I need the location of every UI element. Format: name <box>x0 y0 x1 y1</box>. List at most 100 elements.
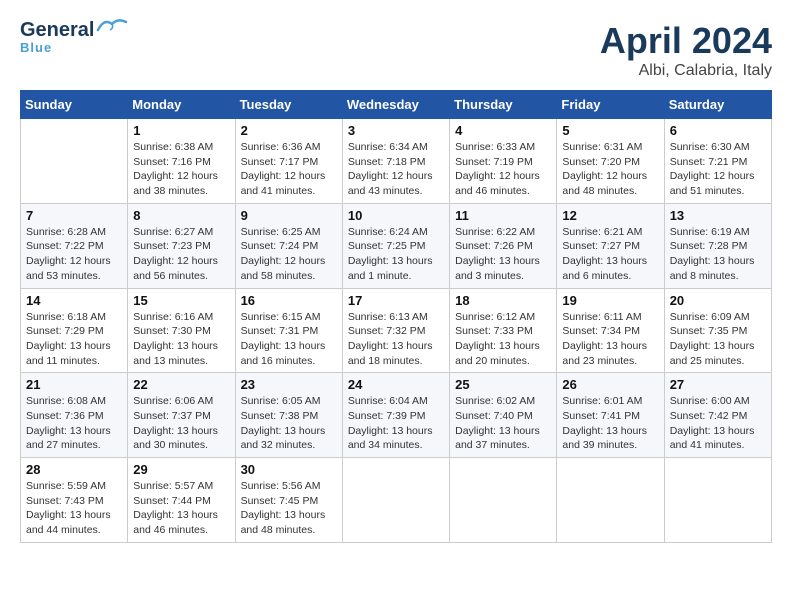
day-number: 26 <box>562 377 658 392</box>
calendar-cell <box>342 458 449 543</box>
calendar-week-row: 1 Sunrise: 6:38 AM Sunset: 7:16 PM Daylig… <box>21 119 772 204</box>
calendar-cell: 30Sunrise: 5:56 AM Sunset: 7:45 PM Dayli… <box>235 458 342 543</box>
logo-subtext: Blue <box>20 40 128 55</box>
calendar-cell: 12 Sunrise: 6:21 AM Sunset: 7:27 PM Dayli… <box>557 203 664 288</box>
day-info: Sunrise: 6:15 AM Sunset: 7:31 PM Dayligh… <box>241 310 337 369</box>
day-number: 29 <box>133 462 229 477</box>
day-number: 10 <box>348 208 444 223</box>
day-number: 3 <box>348 123 444 138</box>
calendar-cell: 5 Sunrise: 6:31 AM Sunset: 7:20 PM Daylig… <box>557 119 664 204</box>
calendar-cell: 3 Sunrise: 6:34 AM Sunset: 7:18 PM Daylig… <box>342 119 449 204</box>
calendar-cell: 25Sunrise: 6:02 AM Sunset: 7:40 PM Dayli… <box>450 373 557 458</box>
calendar-cell: 2 Sunrise: 6:36 AM Sunset: 7:17 PM Daylig… <box>235 119 342 204</box>
calendar-cell <box>450 458 557 543</box>
calendar-cell: 17 Sunrise: 6:13 AM Sunset: 7:32 PM Dayli… <box>342 288 449 373</box>
day-number: 18 <box>455 293 551 308</box>
calendar-cell <box>664 458 771 543</box>
day-number: 23 <box>241 377 337 392</box>
day-info: Sunrise: 5:56 AM Sunset: 7:45 PM Dayligh… <box>241 479 337 538</box>
day-info: Sunrise: 5:57 AM Sunset: 7:44 PM Dayligh… <box>133 479 229 538</box>
calendar-cell: 24 Sunrise: 6:04 AM Sunset: 7:39 PM Dayli… <box>342 373 449 458</box>
day-number: 8 <box>133 208 229 223</box>
calendar-cell: 11 Sunrise: 6:22 AM Sunset: 7:26 PM Dayli… <box>450 203 557 288</box>
day-number: 1 <box>133 123 229 138</box>
calendar-cell <box>557 458 664 543</box>
day-info: Sunrise: 6:05 AM Sunset: 7:38 PM Dayligh… <box>241 394 337 453</box>
calendar-cell: 7 Sunrise: 6:28 AM Sunset: 7:22 PM Daylig… <box>21 203 128 288</box>
day-number: 27 <box>670 377 766 392</box>
day-number: 4 <box>455 123 551 138</box>
day-number: 2 <box>241 123 337 138</box>
calendar-cell: 28Sunrise: 5:59 AM Sunset: 7:43 PM Dayli… <box>21 458 128 543</box>
day-info: Sunrise: 6:11 AM Sunset: 7:34 PM Dayligh… <box>562 310 658 369</box>
day-number: 22 <box>133 377 229 392</box>
day-number: 24 <box>348 377 444 392</box>
calendar-cell: 19 Sunrise: 6:11 AM Sunset: 7:34 PM Dayli… <box>557 288 664 373</box>
day-info: Sunrise: 6:33 AM Sunset: 7:19 PM Dayligh… <box>455 140 551 199</box>
calendar-cell: 27 Sunrise: 6:00 AM Sunset: 7:42 PM Dayli… <box>664 373 771 458</box>
day-info: Sunrise: 6:16 AM Sunset: 7:30 PM Dayligh… <box>133 310 229 369</box>
day-info: Sunrise: 6:19 AM Sunset: 7:28 PM Dayligh… <box>670 225 766 284</box>
calendar-cell: 9Sunrise: 6:25 AM Sunset: 7:24 PM Daylig… <box>235 203 342 288</box>
month-title: April 2024 <box>600 20 772 62</box>
calendar-cell: 1 Sunrise: 6:38 AM Sunset: 7:16 PM Daylig… <box>128 119 235 204</box>
logo-text: General <box>20 20 94 40</box>
day-number: 6 <box>670 123 766 138</box>
day-info: Sunrise: 6:04 AM Sunset: 7:39 PM Dayligh… <box>348 394 444 453</box>
day-info: Sunrise: 6:38 AM Sunset: 7:16 PM Dayligh… <box>133 140 229 199</box>
day-info: Sunrise: 6:27 AM Sunset: 7:23 PM Dayligh… <box>133 225 229 284</box>
day-header-tuesday: Tuesday <box>235 91 342 119</box>
calendar-cell: 20Sunrise: 6:09 AM Sunset: 7:35 PM Dayli… <box>664 288 771 373</box>
day-info: Sunrise: 6:18 AM Sunset: 7:29 PM Dayligh… <box>26 310 122 369</box>
title-area: April 2024 Albi, Calabria, Italy <box>600 20 772 80</box>
day-info: Sunrise: 6:06 AM Sunset: 7:37 PM Dayligh… <box>133 394 229 453</box>
calendar-cell: 13 Sunrise: 6:19 AM Sunset: 7:28 PM Dayli… <box>664 203 771 288</box>
day-header-thursday: Thursday <box>450 91 557 119</box>
calendar-week-row: 14 Sunrise: 6:18 AM Sunset: 7:29 PM Dayli… <box>21 288 772 373</box>
calendar-cell: 10Sunrise: 6:24 AM Sunset: 7:25 PM Dayli… <box>342 203 449 288</box>
day-info: Sunrise: 6:22 AM Sunset: 7:26 PM Dayligh… <box>455 225 551 284</box>
day-number: 5 <box>562 123 658 138</box>
calendar-cell: 4 Sunrise: 6:33 AM Sunset: 7:19 PM Daylig… <box>450 119 557 204</box>
calendar-cell: 6 Sunrise: 6:30 AM Sunset: 7:21 PM Daylig… <box>664 119 771 204</box>
day-info: Sunrise: 6:34 AM Sunset: 7:18 PM Dayligh… <box>348 140 444 199</box>
day-header-wednesday: Wednesday <box>342 91 449 119</box>
calendar-header-row: SundayMondayTuesdayWednesdayThursdayFrid… <box>21 91 772 119</box>
day-number: 14 <box>26 293 122 308</box>
logo: General Blue <box>20 20 128 55</box>
day-info: Sunrise: 6:12 AM Sunset: 7:33 PM Dayligh… <box>455 310 551 369</box>
day-number: 16 <box>241 293 337 308</box>
day-number: 11 <box>455 208 551 223</box>
day-info: Sunrise: 6:36 AM Sunset: 7:17 PM Dayligh… <box>241 140 337 199</box>
day-header-monday: Monday <box>128 91 235 119</box>
calendar-cell: 8 Sunrise: 6:27 AM Sunset: 7:23 PM Daylig… <box>128 203 235 288</box>
day-header-sunday: Sunday <box>21 91 128 119</box>
day-info: Sunrise: 6:00 AM Sunset: 7:42 PM Dayligh… <box>670 394 766 453</box>
day-number: 19 <box>562 293 658 308</box>
calendar-cell: 15 Sunrise: 6:16 AM Sunset: 7:30 PM Dayli… <box>128 288 235 373</box>
day-number: 21 <box>26 377 122 392</box>
calendar-table: SundayMondayTuesdayWednesdayThursdayFrid… <box>20 90 772 543</box>
day-number: 7 <box>26 208 122 223</box>
day-number: 20 <box>670 293 766 308</box>
day-info: Sunrise: 6:25 AM Sunset: 7:24 PM Dayligh… <box>241 225 337 284</box>
day-info: Sunrise: 6:31 AM Sunset: 7:20 PM Dayligh… <box>562 140 658 199</box>
day-info: Sunrise: 6:02 AM Sunset: 7:40 PM Dayligh… <box>455 394 551 453</box>
day-info: Sunrise: 6:28 AM Sunset: 7:22 PM Dayligh… <box>26 225 122 284</box>
day-info: Sunrise: 6:01 AM Sunset: 7:41 PM Dayligh… <box>562 394 658 453</box>
calendar-cell: 22 Sunrise: 6:06 AM Sunset: 7:37 PM Dayli… <box>128 373 235 458</box>
day-info: Sunrise: 6:13 AM Sunset: 7:32 PM Dayligh… <box>348 310 444 369</box>
calendar-cell: 26 Sunrise: 6:01 AM Sunset: 7:41 PM Dayli… <box>557 373 664 458</box>
day-info: Sunrise: 6:30 AM Sunset: 7:21 PM Dayligh… <box>670 140 766 199</box>
day-header-saturday: Saturday <box>664 91 771 119</box>
calendar-cell: 23 Sunrise: 6:05 AM Sunset: 7:38 PM Dayli… <box>235 373 342 458</box>
day-header-friday: Friday <box>557 91 664 119</box>
logo-bird-icon <box>96 16 128 36</box>
day-number: 15 <box>133 293 229 308</box>
calendar-week-row: 7 Sunrise: 6:28 AM Sunset: 7:22 PM Daylig… <box>21 203 772 288</box>
day-number: 12 <box>562 208 658 223</box>
day-number: 13 <box>670 208 766 223</box>
day-info: Sunrise: 6:21 AM Sunset: 7:27 PM Dayligh… <box>562 225 658 284</box>
calendar-week-row: 21Sunrise: 6:08 AM Sunset: 7:36 PM Dayli… <box>21 373 772 458</box>
day-number: 17 <box>348 293 444 308</box>
